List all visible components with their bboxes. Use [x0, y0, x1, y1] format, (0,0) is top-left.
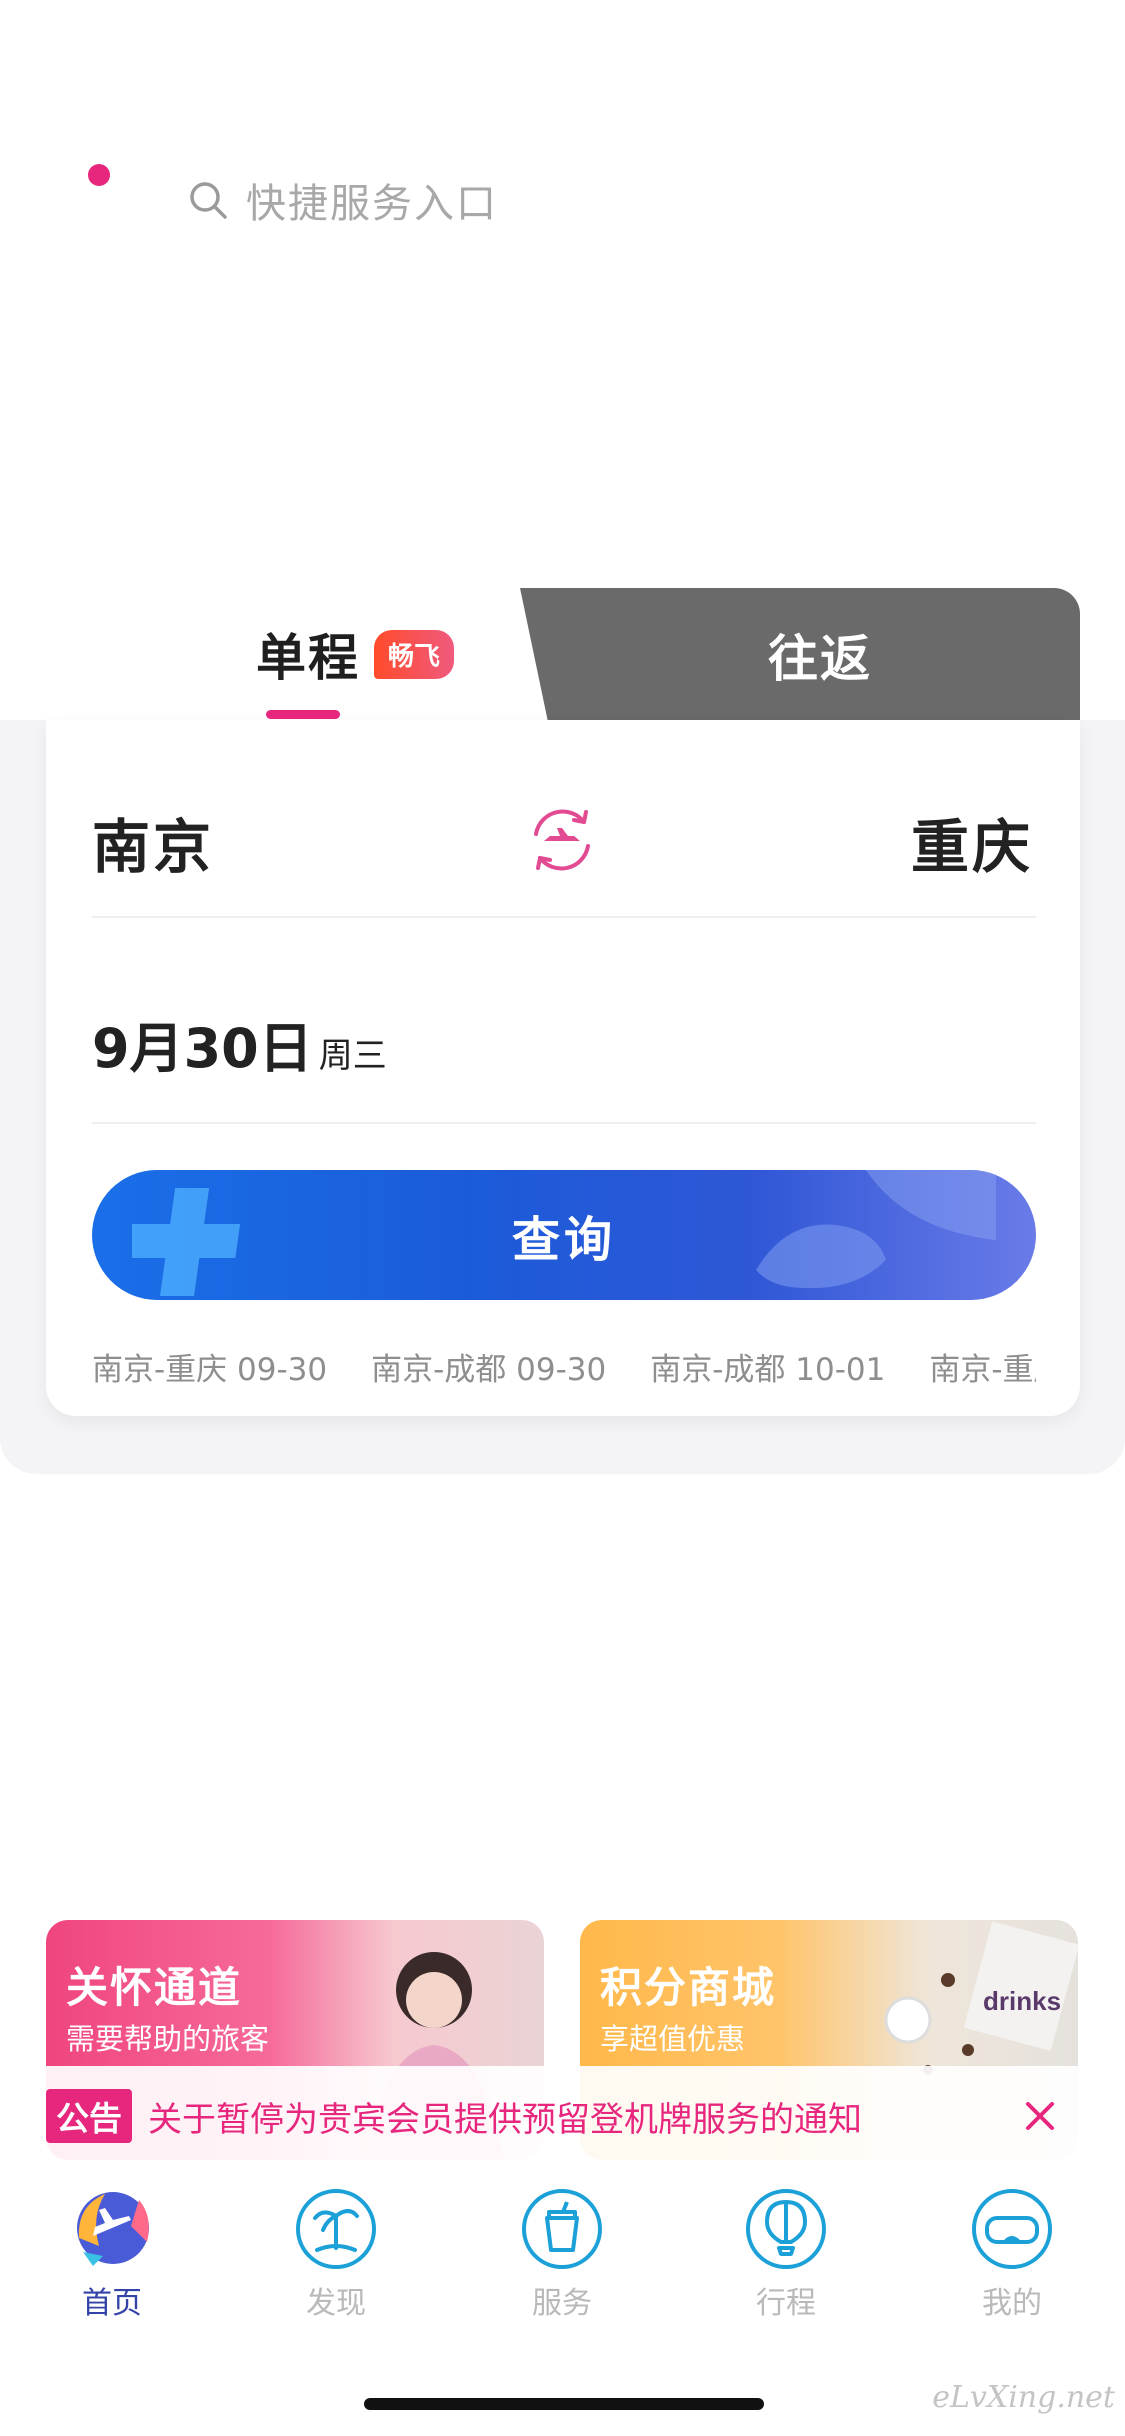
tab-one-way[interactable]: 单程 畅飞	[256, 618, 455, 690]
close-icon[interactable]	[1018, 2094, 1062, 2138]
drink-cup-icon	[522, 2189, 602, 2269]
palm-tree-icon	[296, 2189, 376, 2269]
history-item[interactable]: 南京-重庆 09-30	[92, 1344, 327, 1384]
changfei-badge: 畅飞	[374, 629, 455, 679]
tab-services[interactable]: 服务	[482, 2186, 642, 2322]
date-value: 9月30日	[92, 1017, 313, 1080]
search-bar[interactable]: 快捷服务入口	[186, 168, 498, 232]
announcement-tag: 公告	[46, 2089, 132, 2143]
promo-subtitle: 享超值优惠	[600, 2022, 746, 2056]
notification-dot	[88, 164, 110, 186]
tab-label: 发现	[306, 2286, 366, 2321]
tab-mine[interactable]: 我的	[932, 2186, 1092, 2322]
hot-air-balloon-icon	[746, 2189, 826, 2269]
tab-one-way-label: 单程	[256, 629, 360, 687]
search-history: 南京-重庆 09-30 南京-成都 09-30 南京-成都 10-01 南京-重庆	[92, 1344, 1036, 1384]
query-button-label: 查询	[511, 1212, 616, 1268]
announcement-bar[interactable]: 公告 关于暂停为贵宾会员提供预留登机牌服务的通知	[46, 2066, 1080, 2166]
bottom-tab-bar: 首页 发现 服务 行程 我的	[0, 2186, 1125, 2332]
svg-text:drinks: drinks	[983, 1986, 1061, 2016]
tab-home[interactable]: 首页	[32, 2186, 192, 2322]
history-item[interactable]: 南京-成都 09-30	[371, 1344, 606, 1384]
query-button[interactable]: 查询	[92, 1170, 1036, 1300]
swap-cities-icon[interactable]	[522, 800, 602, 880]
departure-date[interactable]: 9月30日 周三	[92, 1004, 387, 1083]
tab-label: 服务	[532, 2286, 592, 2321]
tab-round-trip[interactable]: 往返	[520, 588, 1120, 722]
watermark: eLvXing.net	[932, 2380, 1115, 2415]
weekday: 周三	[318, 1036, 387, 1076]
home-indicator	[364, 2398, 764, 2410]
vr-glasses-icon	[972, 2189, 1052, 2269]
active-tab-underline	[266, 710, 340, 719]
promo-title: 关怀通道	[66, 1963, 243, 2012]
announcement-text[interactable]: 关于暂停为贵宾会员提供预留登机牌服务的通知	[148, 2092, 862, 2141]
departure-city[interactable]: 南京	[92, 800, 214, 884]
search-icon	[190, 182, 227, 219]
arrival-city[interactable]: 重庆	[911, 800, 1033, 884]
tab-label: 我的	[982, 2286, 1042, 2321]
promo-subtitle: 需要帮助的旅客	[66, 2022, 270, 2056]
divider	[92, 916, 1036, 918]
tab-trips[interactable]: 行程	[706, 2186, 866, 2322]
promo-title: 积分商城	[600, 1963, 777, 2012]
tab-label: 行程	[756, 2286, 816, 2321]
tab-discover[interactable]: 发现	[256, 2186, 416, 2322]
history-item[interactable]: 南京-重庆	[929, 1344, 1036, 1384]
divider	[92, 1122, 1036, 1124]
history-item[interactable]: 南京-成都 10-01	[650, 1344, 885, 1384]
search-placeholder: 快捷服务入口	[246, 181, 498, 227]
plane-home-icon	[77, 2192, 149, 2266]
tab-label: 首页	[82, 2286, 142, 2321]
